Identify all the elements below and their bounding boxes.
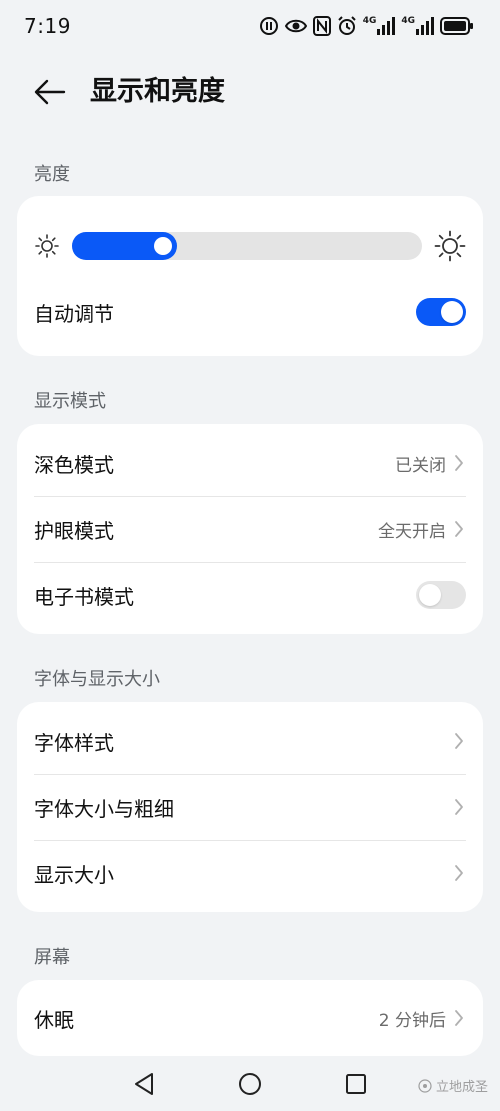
nav-home-button[interactable]: [236, 1070, 264, 1098]
square-recents-icon: [346, 1074, 366, 1094]
section-label-font: 字体与显示大小: [34, 669, 160, 690]
watermark-logo-icon: [418, 1078, 432, 1093]
dark-mode-row[interactable]: 深色模式 已关闭: [17, 430, 483, 496]
dark-mode-label: 深色模式: [34, 452, 114, 477]
brightness-slider-row: [17, 213, 483, 279]
auto-adjust-label: 自动调节: [34, 301, 114, 326]
sleep-value: 2 分钟后: [378, 1010, 446, 1031]
eye-comfort-label: 护眼模式: [34, 518, 114, 543]
eye-comfort-value: 全天开启: [378, 521, 446, 542]
display-mode-card: 深色模式 已关闭 护眼模式 全天开启 电子书模式: [17, 424, 483, 634]
signal-group-1: 4G: [363, 17, 396, 35]
font-card: 字体样式 字体大小与粗细 显示大小: [17, 702, 483, 912]
nfc-icon: [312, 16, 331, 36]
signal-strength-icon: [416, 17, 434, 35]
display-size-label: 显示大小: [34, 862, 114, 887]
signal-strength-icon: [377, 17, 396, 35]
auto-adjust-toggle[interactable]: [416, 298, 466, 326]
brightness-slider-thumb[interactable]: [154, 237, 172, 255]
chevron-right-icon: [452, 1008, 466, 1028]
eye-comfort-row[interactable]: 护眼模式 全天开启: [17, 496, 483, 562]
circle-home-icon: [239, 1073, 261, 1095]
screen-card: 休眠 2 分钟后: [17, 980, 483, 1056]
navigation-bar: 立地成圣: [0, 1056, 500, 1111]
chevron-right-icon: [452, 453, 466, 473]
section-label-display-mode: 显示模式: [34, 391, 106, 412]
font-style-label: 字体样式: [34, 730, 114, 755]
notification-badge-icon: [259, 17, 278, 35]
alarm-icon: [337, 16, 356, 35]
brightness-low-icon: [34, 233, 60, 259]
back-arrow-icon: [34, 79, 66, 105]
ebook-mode-label: 电子书模式: [34, 584, 134, 609]
chevron-right-icon: [452, 731, 466, 751]
toggle-knob: [441, 301, 463, 323]
brightness-card: 自动调节: [17, 196, 483, 356]
toggle-knob: [419, 584, 441, 606]
auto-adjust-row: 自动调节: [17, 279, 483, 345]
brightness-slider[interactable]: [72, 232, 422, 260]
sleep-row[interactable]: 休眠 2 分钟后: [17, 985, 483, 1051]
brightness-high-icon: [434, 230, 466, 262]
nav-recents-button[interactable]: [342, 1070, 370, 1098]
watermark: 立地成圣: [418, 1076, 488, 1095]
display-size-row[interactable]: 显示大小: [17, 840, 483, 906]
chevron-right-icon: [452, 519, 466, 539]
chevron-right-icon: [452, 863, 466, 883]
network-type-label-1: 4G: [362, 16, 377, 26]
font-size-weight-label: 字体大小与粗细: [34, 796, 174, 821]
back-button[interactable]: [26, 72, 74, 112]
status-time: 7:19: [24, 14, 71, 38]
status-bar: 7:19 4G 4G: [0, 0, 500, 52]
eye-comfort-icon: [284, 19, 307, 33]
signal-group-2: 4G: [401, 17, 434, 35]
triangle-back-icon: [135, 1073, 153, 1095]
watermark-text: 立地成圣: [435, 1080, 488, 1095]
section-label-screen: 屏幕: [34, 947, 70, 968]
header: 显示和亮度: [0, 60, 500, 124]
nav-back-button[interactable]: [130, 1070, 158, 1098]
chevron-right-icon: [452, 797, 466, 817]
font-style-row[interactable]: 字体样式: [17, 708, 483, 774]
ebook-mode-toggle[interactable]: [416, 581, 466, 609]
status-icons: 4G 4G: [259, 14, 474, 38]
font-size-weight-row[interactable]: 字体大小与粗细: [17, 774, 483, 840]
ebook-mode-row: 电子书模式: [17, 562, 483, 628]
dark-mode-value: 已关闭: [395, 455, 446, 476]
page-title: 显示和亮度: [90, 76, 225, 107]
network-type-label-2: 4G: [401, 16, 415, 26]
section-label-brightness: 亮度: [34, 164, 70, 185]
sleep-label: 休眠: [34, 1007, 74, 1032]
battery-icon: [440, 17, 473, 35]
